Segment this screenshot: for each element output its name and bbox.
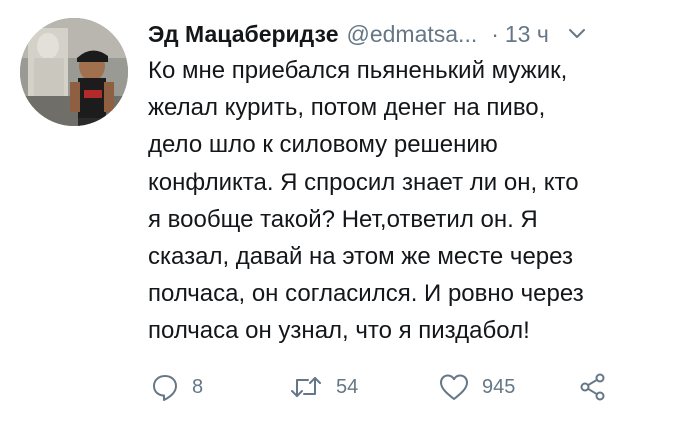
chevron-down-icon[interactable]: [567, 24, 587, 44]
share-icon: [578, 372, 608, 402]
retweet-icon: [288, 372, 324, 402]
tweet-line: Ко мне приебался пьяненький мужик,: [148, 57, 568, 84]
tweet-line: сказал, давай на этом же месте через: [148, 243, 573, 271]
tweet-line: полчаса он узнал, что я пиздабол!: [148, 317, 530, 345]
share-button[interactable]: [578, 370, 608, 404]
tweet-timestamp[interactable]: 13 ч: [505, 21, 549, 48]
retweet-count: 54: [336, 375, 359, 398]
reply-button[interactable]: 8: [150, 370, 203, 404]
separator-dot: ·: [491, 20, 499, 47]
retweet-button[interactable]: 54: [288, 370, 358, 404]
tweet-header: Эд Мацаберидзе @edmatsa... · 13 ч: [148, 16, 688, 52]
reply-count: 8: [192, 375, 204, 398]
tweet-line: желал курить, потом денег на пиво,: [148, 94, 546, 122]
tweet-line: дело шло к силовому решению: [148, 131, 498, 159]
tweet-line: конфликта. Я спросил знает ли он, кто: [148, 168, 579, 196]
tweet-line: полчаса, он согласился. И ровно через: [148, 280, 584, 308]
tweet-text: Ко мне приебался пьяненький мужик, желал…: [148, 52, 688, 350]
avatar[interactable]: [20, 18, 128, 126]
author-name[interactable]: Эд Мацаберидзе: [148, 21, 338, 48]
like-count: 945: [482, 375, 516, 398]
tweet-actions: 8 54 945: [150, 370, 670, 404]
tweet-line: я вообще такой? Нет,ответил он. Я: [148, 205, 538, 233]
author-handle[interactable]: @edmatsa...: [346, 21, 477, 48]
reply-icon: [150, 372, 180, 402]
like-button[interactable]: 945: [438, 370, 515, 404]
avatar-photo: [20, 18, 128, 126]
heart-icon: [438, 372, 470, 402]
